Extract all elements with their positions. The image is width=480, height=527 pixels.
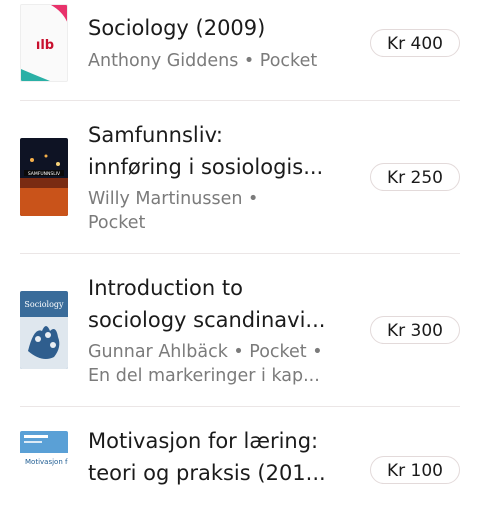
cover-title-text: Motivasjon for læring: [25, 458, 68, 466]
book-condition-note: En del markeringer i kap...: [88, 366, 320, 386]
book-cover: SAMFUNNSLIV: [20, 138, 68, 216]
list-item[interactable]: Motivasjon for læring Motivasjon for lær…: [0, 407, 480, 527]
price-badge: Kr 250: [370, 163, 460, 191]
cover-image: SAMFUNNSLIV: [20, 138, 68, 216]
book-author-format-line-1: Gunnar Ahlbäck • Pocket •: [88, 342, 323, 362]
book-cover: Motivasjon for læring: [20, 431, 68, 509]
cover-image: Sociology: [20, 291, 68, 369]
list-item[interactable]: SAMFUNNSLIV Samfunnsliv: innføring i sos…: [0, 101, 480, 253]
book-title: Sociology (2009): [88, 16, 266, 40]
book-author-format-line-1: Willy Martinussen •: [88, 189, 259, 209]
cover-title-text: SAMFUNNSLIV: [28, 171, 61, 177]
list-item[interactable]: ılb Sociology (2009) Anthony Giddens • P…: [0, 0, 480, 100]
book-title-line-2: teori og praksis (201...: [88, 461, 326, 485]
book-title-line-1: Introduction to: [88, 276, 243, 300]
price-badge: Kr 300: [370, 316, 460, 344]
book-author-format-line-2: Pocket: [88, 213, 146, 233]
book-title-line-2: innføring i sosiologis...: [88, 155, 324, 179]
book-author-format: Anthony Giddens • Pocket: [88, 51, 318, 71]
cover-logo-text: ılb: [36, 38, 54, 53]
book-cover: Sociology: [20, 291, 68, 369]
cover-image: Motivasjon for læring: [20, 431, 68, 509]
book-cover: ılb: [20, 4, 68, 82]
book-title-line-2: sociology scandinavi...: [88, 308, 326, 332]
cover-placeholder-image: ılb: [21, 5, 67, 81]
price-badge: Kr 400: [370, 29, 460, 57]
book-title-line-1: Samfunnsliv:: [88, 123, 223, 147]
cover-title-text: Sociology: [24, 300, 64, 309]
list-item[interactable]: Sociology Introduction to sociology scan…: [0, 254, 480, 406]
book-title-line-1: Motivasjon for læring:: [88, 429, 319, 453]
